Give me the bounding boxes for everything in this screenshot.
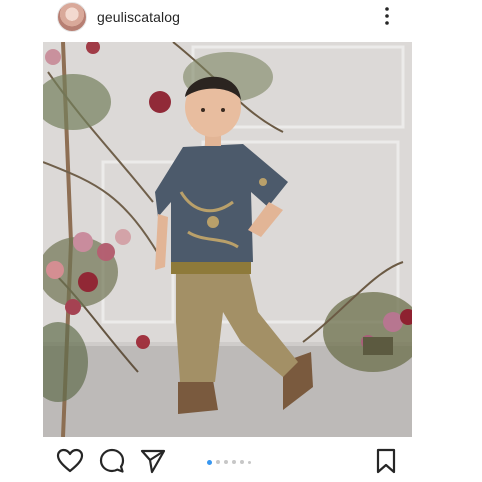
avatar[interactable] xyxy=(57,2,87,32)
bookmark-icon[interactable] xyxy=(372,447,400,475)
paper-plane-icon[interactable] xyxy=(139,447,167,475)
carousel-indicator xyxy=(207,459,251,465)
username[interactable]: geuliscatalog xyxy=(97,9,180,25)
more-options-icon[interactable] xyxy=(378,5,396,27)
post-image[interactable] xyxy=(43,42,412,437)
carousel-dot xyxy=(240,460,244,464)
carousel-dot-active xyxy=(207,459,212,465)
carousel-dot xyxy=(224,460,228,464)
action-bar xyxy=(0,440,482,482)
carousel-dot xyxy=(248,460,251,464)
carousel-dot xyxy=(232,460,236,464)
heart-icon[interactable] xyxy=(56,447,84,475)
comment-icon[interactable] xyxy=(98,447,126,475)
carousel-dot xyxy=(216,460,220,464)
post-header: geuliscatalog xyxy=(0,0,482,36)
